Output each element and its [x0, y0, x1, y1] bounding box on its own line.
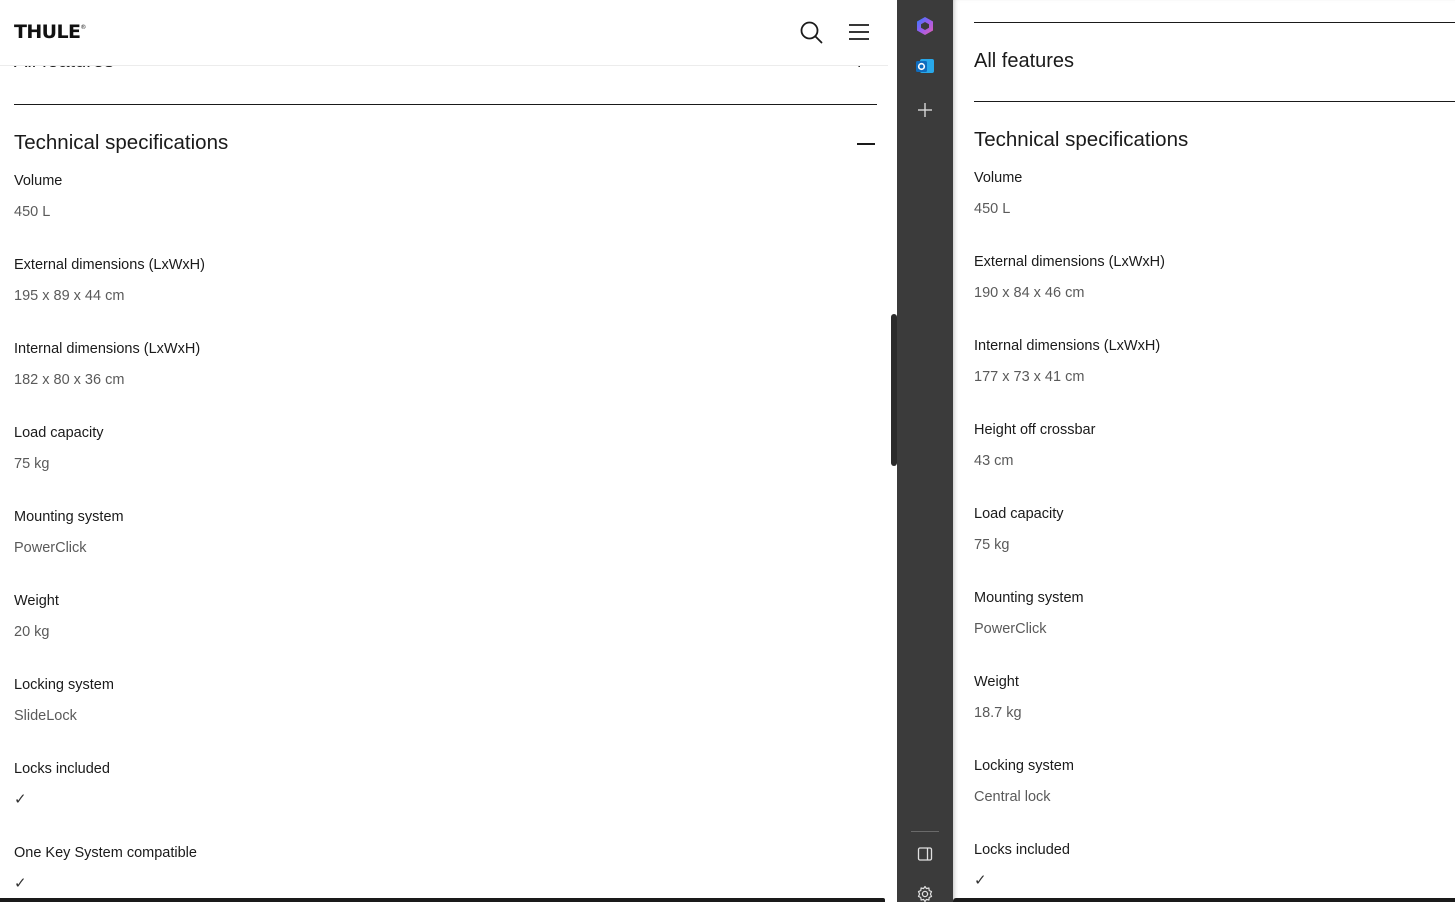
checkmark-icon: ✓ [14, 875, 27, 892]
spec-item: Locks included ✓ [974, 839, 1165, 902]
spec-item: One Key System compatible ✓ [14, 842, 205, 902]
spec-label: Locking system [14, 677, 114, 693]
spec-item: Mounting system PowerClick [14, 506, 205, 590]
spec-value: 43 cm [974, 453, 1014, 469]
all-features-heading[interactable]: All features [974, 50, 1074, 73]
spec-item: External dimensions (LxWxH) 190 x 84 x 4… [974, 251, 1165, 335]
spec-label: Locking system [974, 758, 1074, 774]
spec-value: SlideLock [14, 708, 77, 724]
collapse-minus-icon[interactable] [856, 134, 876, 154]
copilot-icon[interactable] [913, 14, 937, 38]
spec-label: One Key System compatible [14, 845, 197, 861]
spec-item: Load capacity 75 kg [974, 503, 1165, 587]
spec-item: Locks included ✓ [14, 758, 205, 842]
spec-item: Weight 18.7 kg [974, 671, 1165, 755]
tech-specs-heading[interactable]: Technical specifications [974, 128, 1188, 152]
spec-item: Locking system SlideLock [14, 674, 205, 758]
spec-label: Volume [974, 170, 1023, 186]
settings-gear-icon[interactable] [913, 882, 937, 902]
spec-value: PowerClick [14, 540, 87, 556]
spec-item: Volume 450 L [14, 170, 205, 254]
pane-bottom-edge [0, 898, 885, 902]
browser-sidebar [897, 0, 953, 902]
spec-item: Locking system Central lock [974, 755, 1165, 839]
spec-value: Central lock [974, 789, 1051, 805]
spec-value: 75 kg [14, 456, 50, 472]
spec-value: 18.7 kg [974, 705, 1022, 721]
spec-value: 450 L [974, 201, 1011, 217]
section-divider [974, 22, 1455, 23]
thule-logo[interactable]: THULE® [14, 21, 86, 43]
left-page-content: All features + Technical specifications … [14, 0, 877, 902]
spec-label: Height off crossbar [974, 422, 1096, 438]
spec-value: 20 kg [14, 624, 50, 640]
spec-label: External dimensions (LxWxH) [974, 254, 1165, 270]
tech-specs-heading[interactable]: Technical specifications [14, 131, 228, 155]
spec-label: Mounting system [974, 590, 1084, 606]
spec-label: External dimensions (LxWxH) [14, 257, 205, 273]
checkmark-icon: ✓ [14, 791, 27, 808]
spec-label: Weight [14, 593, 59, 609]
spec-value: 195 x 89 x 44 cm [14, 288, 125, 304]
spec-value: 182 x 80 x 36 cm [14, 372, 125, 388]
spec-value: PowerClick [974, 621, 1047, 637]
spec-label: Load capacity [974, 506, 1064, 522]
spec-value: 190 x 84 x 46 cm [974, 285, 1085, 301]
spec-label: Locks included [974, 842, 1070, 858]
outlook-icon[interactable] [913, 54, 937, 78]
spec-item: External dimensions (LxWxH) 195 x 89 x 4… [14, 254, 205, 338]
pane-bottom-edge [953, 898, 1455, 902]
site-header: THULE® [0, 0, 888, 66]
right-browser-pane: All features Technical specifications Vo… [953, 0, 1455, 902]
left-browser-pane: All features + Technical specifications … [0, 0, 897, 902]
spec-item: Volume 450 L [974, 167, 1165, 251]
spec-item: Internal dimensions (LxWxH) 182 x 80 x 3… [14, 338, 205, 422]
checkmark-icon: ✓ [974, 872, 987, 889]
right-page-content: All features Technical specifications Vo… [974, 0, 1455, 902]
spec-item: Internal dimensions (LxWxH) 177 x 73 x 4… [974, 335, 1165, 419]
section-divider [14, 104, 877, 105]
spec-list: Volume 450 L External dimensions (LxWxH)… [974, 167, 1165, 902]
spec-label: Volume [14, 173, 63, 189]
spec-value: 75 kg [974, 537, 1010, 553]
add-icon[interactable] [913, 98, 937, 122]
spec-value: 450 L [14, 204, 51, 220]
registered-mark: ® [80, 23, 86, 31]
spec-item: Weight 20 kg [14, 590, 205, 674]
spec-item: Load capacity 75 kg [14, 422, 205, 506]
spec-label: Weight [974, 674, 1019, 690]
section-divider [974, 101, 1455, 102]
spec-list: Volume 450 L External dimensions (LxWxH)… [14, 170, 205, 902]
spec-label: Internal dimensions (LxWxH) [974, 338, 1161, 354]
search-icon[interactable] [799, 20, 823, 44]
spec-label: Locks included [14, 761, 110, 777]
spec-item: Height off crossbar 43 cm [974, 419, 1165, 503]
spec-label: Load capacity [14, 425, 104, 441]
sidebar-toggle-icon[interactable] [913, 842, 937, 866]
spec-value: 177 x 73 x 41 cm [974, 369, 1085, 385]
spec-label: Internal dimensions (LxWxH) [14, 341, 201, 357]
hamburger-menu-icon[interactable] [847, 20, 871, 44]
spec-item: Mounting system PowerClick [974, 587, 1165, 671]
sidebar-separator [911, 831, 939, 832]
logo-text: THULE [14, 21, 81, 43]
spec-label: Mounting system [14, 509, 124, 525]
